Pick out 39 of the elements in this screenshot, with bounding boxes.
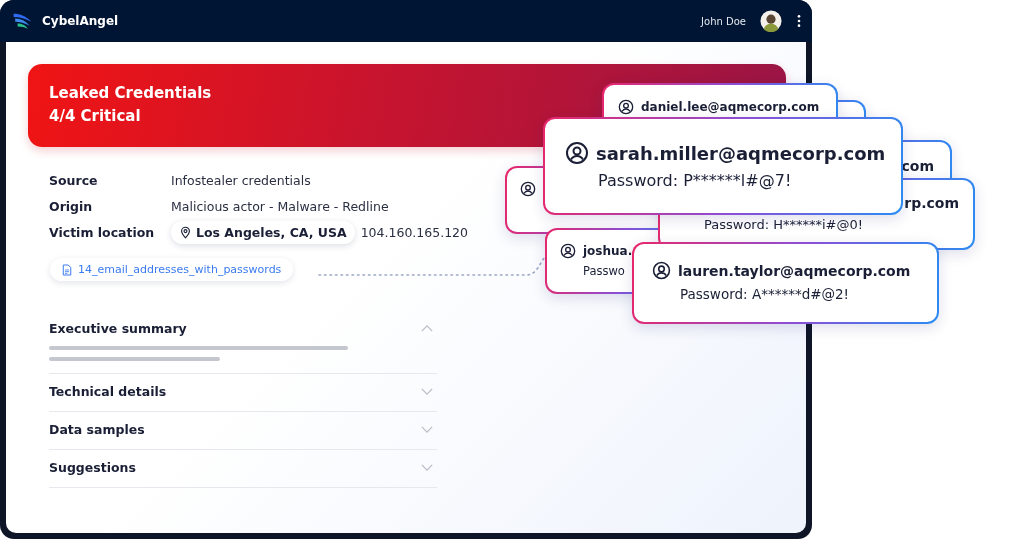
detail-value: Infostealer credentials [171,172,311,188]
file-chip[interactable]: 14_email_addresses_with_passwords [50,258,294,281]
password-text: Passwo [583,264,625,278]
brand-name: CybelAngel [42,14,119,28]
detail-value: 104.160.165.120 [360,225,468,240]
detail-label: Origin [49,198,94,214]
section-title[interactable]: Executive summary [49,321,187,336]
expand-chevron-icon[interactable] [421,426,433,433]
email-address: rp.com [904,195,959,211]
location-chip: Los Angeles, CA, USA [171,221,355,244]
email-address: com [901,158,934,174]
password-text: Password: H******i#@0! [704,217,864,232]
document-icon [62,263,72,276]
user-icon [560,243,576,259]
email-address: joshua. [583,244,633,258]
section-title[interactable]: Data samples [49,422,145,437]
expand-chevron-icon[interactable] [421,464,433,471]
detail-value: Malicious actor - Malware - Redline [171,198,389,214]
section-title[interactable]: Suggestions [49,460,136,475]
password-text: Password: A******d#@2! [680,286,849,302]
avatar-icon[interactable] [760,10,782,32]
user-icon [520,181,536,197]
more-icon[interactable] [796,14,802,28]
collapse-chevron-icon[interactable] [421,325,433,332]
alert-severity: 4/4 Critical [49,106,141,127]
user-name: John Doe [701,15,746,27]
expand-chevron-icon[interactable] [421,388,433,395]
detail-label: Source [49,172,99,188]
password-text: Password: P******l#@7! [598,171,792,190]
user-icon [565,141,589,165]
user-icon [652,261,671,280]
email-address: daniel.lee@aqmecorp.com [641,100,820,114]
user-icon [618,99,634,115]
location-pin-icon [179,226,192,239]
alert-title: Leaked Credentials [49,83,212,104]
section-title[interactable]: Technical details [49,384,167,399]
email-address: sarah.miller@aqmecorp.com [596,142,886,164]
email-address: lauren.taylor@aqmecorp.com [678,262,911,279]
detail-label: Victim location [49,225,156,240]
